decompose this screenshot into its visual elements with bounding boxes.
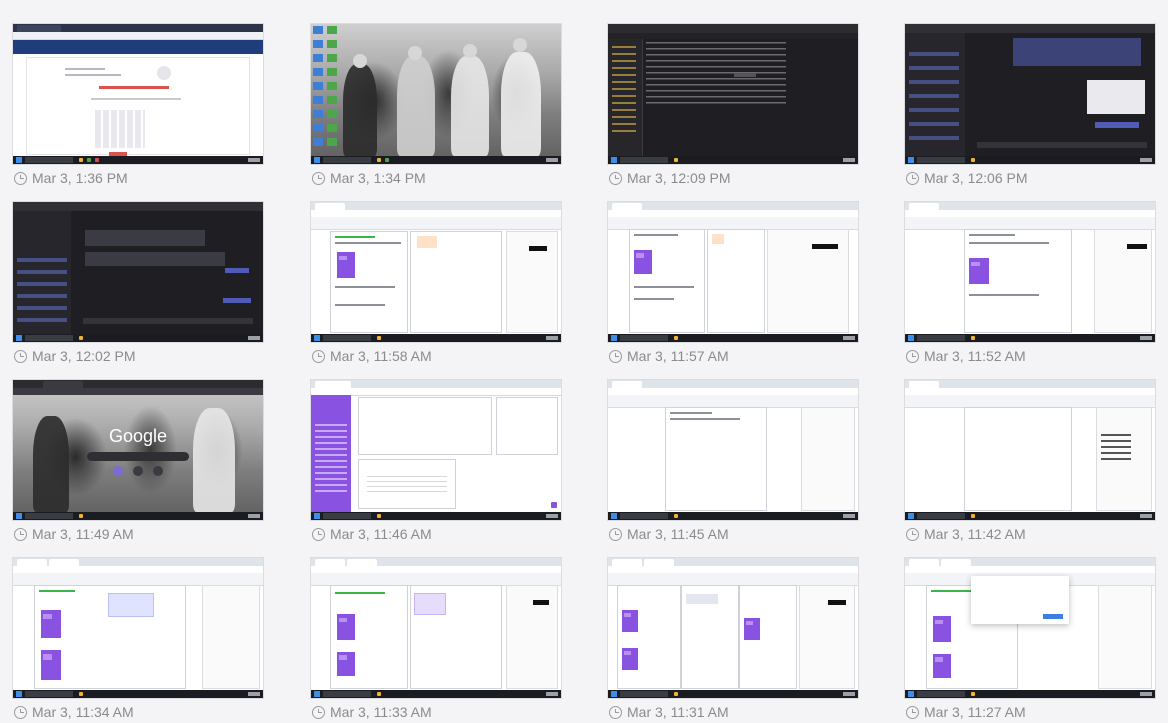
clock-icon [609,705,622,719]
screenshot-thumbnail[interactable] [905,24,1155,164]
screenshot-card[interactable]: Mar 3, 11:57 AM [608,202,858,367]
clock-icon [14,527,27,541]
screenshot-caption: Mar 3, 11:58 AM [311,345,561,367]
screenshot-caption: Mar 3, 11:57 AM [608,345,858,367]
screenshot-thumbnail[interactable] [13,558,263,698]
screenshot-time: Mar 3, 1:34 PM [330,170,426,186]
screenshot-time: Mar 3, 11:58 AM [330,348,432,364]
screenshot-caption: Mar 3, 11:42 AM [905,523,1155,545]
screenshot-card[interactable]: Mar 3, 11:27 AM [905,558,1155,723]
screenshot-time: Mar 3, 1:36 PM [32,170,128,186]
screenshot-caption: Mar 3, 11:33 AM [311,701,561,723]
screenshot-caption: Mar 3, 11:46 AM [311,523,561,545]
screenshot-card[interactable]: Mar 3, 1:34 PM [311,24,561,189]
screenshot-time: Mar 3, 11:46 AM [330,526,432,542]
screenshot-time: Mar 3, 11:45 AM [627,526,729,542]
screenshot-time: Mar 3, 11:57 AM [627,348,729,364]
screenshot-thumbnail[interactable] [905,558,1155,698]
clock-icon [906,527,919,541]
screenshot-card[interactable]: Mar 3, 11:33 AM [311,558,561,723]
screenshot-card[interactable]: Mar 3, 11:31 AM [608,558,858,723]
clock-icon [14,349,27,363]
screenshot-thumbnail[interactable] [608,24,858,164]
screenshot-card[interactable]: Mar 3, 11:34 AM [13,558,263,723]
screenshot-caption: Mar 3, 1:34 PM [311,167,561,189]
screenshot-caption: Mar 3, 12:09 PM [608,167,858,189]
screenshot-time: Mar 3, 11:33 AM [330,704,432,720]
screenshot-time: Mar 3, 12:02 PM [32,348,136,364]
screenshot-thumbnail[interactable]: Google [13,380,263,520]
screenshot-time: Mar 3, 11:42 AM [924,526,1026,542]
clock-icon [906,705,919,719]
screenshot-card[interactable]: Mar 3, 11:42 AM [905,380,1155,545]
screenshot-time: Mar 3, 11:27 AM [924,704,1026,720]
screenshot-thumbnail[interactable] [608,202,858,342]
screenshot-card[interactable]: Mar 3, 11:52 AM [905,202,1155,367]
google-logo: Google [108,426,168,446]
screenshot-time: Mar 3, 11:34 AM [32,704,134,720]
clock-icon [312,705,325,719]
clock-icon [609,349,622,363]
screenshot-grid: Mar 3, 1:36 PM Mar 3, 1:34 PM Mar 3, 12:… [0,0,1168,720]
clock-icon [609,527,622,541]
screenshot-time: Mar 3, 11:52 AM [924,348,1026,364]
screenshot-caption: Mar 3, 11:52 AM [905,345,1155,367]
screenshot-caption: Mar 3, 11:34 AM [13,701,263,723]
screenshot-caption: Mar 3, 11:27 AM [905,701,1155,723]
screenshot-caption: Mar 3, 12:02 PM [13,345,263,367]
clock-icon [906,349,919,363]
screenshot-caption: Mar 3, 11:45 AM [608,523,858,545]
screenshot-thumbnail[interactable] [905,202,1155,342]
screenshot-caption: Mar 3, 11:31 AM [608,701,858,723]
screenshot-card[interactable]: Mar 3, 12:09 PM [608,24,858,189]
clock-icon [609,171,622,185]
screenshot-card[interactable]: Google Mar 3, 11:49 AM [13,380,263,545]
screenshot-card[interactable]: Mar 3, 12:06 PM [905,24,1155,189]
clock-icon [14,705,27,719]
screenshot-time: Mar 3, 11:31 AM [627,704,729,720]
screenshot-thumbnail[interactable] [608,558,858,698]
screenshot-caption: Mar 3, 1:36 PM [13,167,263,189]
screenshot-thumbnail[interactable] [311,24,561,164]
screenshot-thumbnail[interactable] [608,380,858,520]
clock-icon [312,171,325,185]
screenshot-card[interactable]: Mar 3, 11:46 AM [311,380,561,545]
screenshot-thumbnail[interactable] [311,558,561,698]
screenshot-thumbnail[interactable] [13,24,263,164]
screenshot-thumbnail[interactable] [905,380,1155,520]
screenshot-time: Mar 3, 11:49 AM [32,526,134,542]
screenshot-thumbnail[interactable] [311,202,561,342]
screenshot-card[interactable]: Mar 3, 1:36 PM [13,24,263,189]
screenshot-time: Mar 3, 12:06 PM [924,170,1028,186]
screenshot-time: Mar 3, 12:09 PM [627,170,731,186]
screenshot-card[interactable]: Mar 3, 11:45 AM [608,380,858,545]
clock-icon [312,527,325,541]
screenshot-card[interactable]: Mar 3, 12:02 PM [13,202,263,367]
screenshot-caption: Mar 3, 12:06 PM [905,167,1155,189]
screenshot-caption: Mar 3, 11:49 AM [13,523,263,545]
clock-icon [906,171,919,185]
screenshot-thumbnail[interactable] [13,202,263,342]
clock-icon [14,171,27,185]
screenshot-thumbnail[interactable] [311,380,561,520]
clock-icon [312,349,325,363]
screenshot-card[interactable]: Mar 3, 11:58 AM [311,202,561,367]
